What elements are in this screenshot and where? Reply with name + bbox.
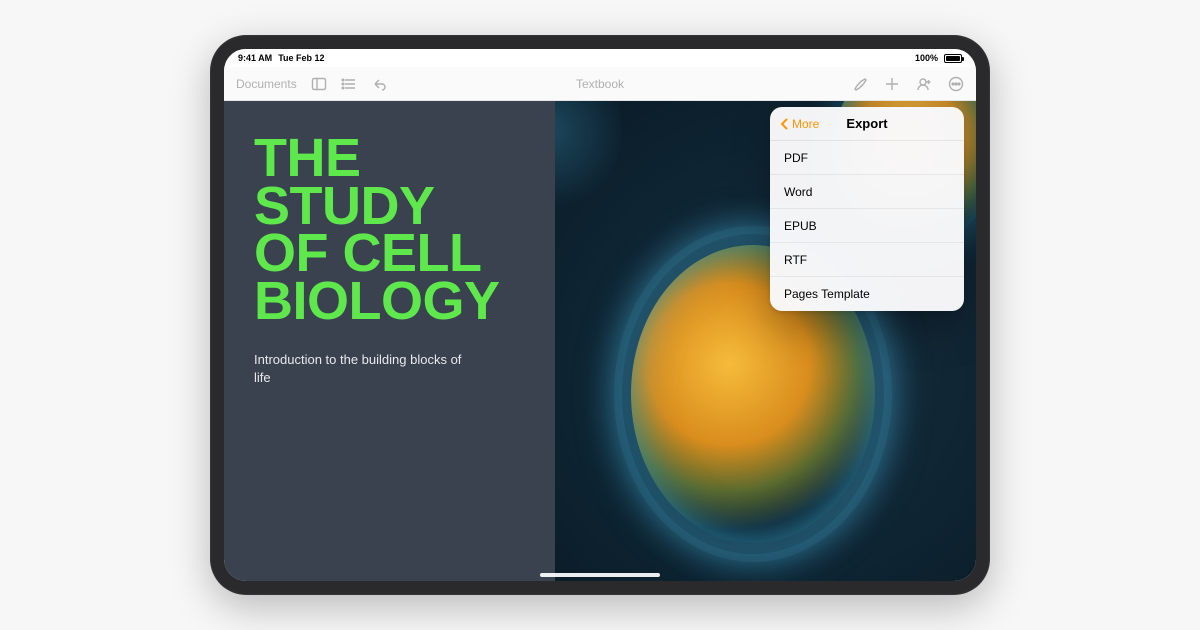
collaborate-icon[interactable] (916, 76, 932, 92)
export-option-pdf[interactable]: PDF (770, 141, 964, 175)
cover-title: THE STUDY OF CELL BIOLOGY (254, 135, 527, 325)
document-title: Textbook (576, 77, 624, 91)
export-popover: More Export PDF Word EPUB RTF Pages Temp… (770, 107, 964, 311)
ipad-device-frame: 9:41 AM Tue Feb 12 100% Documents (210, 35, 990, 595)
cover-title-line: BIOLOGY (254, 278, 527, 326)
insert-plus-icon[interactable] (884, 76, 900, 92)
ipad-screen: 9:41 AM Tue Feb 12 100% Documents (224, 49, 976, 581)
export-option-epub[interactable]: EPUB (770, 209, 964, 243)
documents-back-button[interactable]: Documents (236, 77, 297, 91)
status-bar: 9:41 AM Tue Feb 12 100% (224, 49, 976, 67)
cover-left-panel: THE STUDY OF CELL BIOLOGY Introduction t… (224, 101, 555, 581)
cover-subtitle: Introduction to the building blocks of l… (254, 351, 474, 387)
popover-back-button[interactable]: More (780, 107, 819, 140)
popover-back-label: More (792, 117, 819, 131)
popover-header: More Export (770, 107, 964, 141)
document-canvas: THE STUDY OF CELL BIOLOGY Introduction t… (224, 101, 976, 581)
app-toolbar: Documents Textbook (224, 67, 976, 101)
export-option-pages-template[interactable]: Pages Template (770, 277, 964, 311)
view-options-icon[interactable] (341, 76, 357, 92)
brush-icon[interactable] (852, 76, 868, 92)
status-time: 9:41 AM (238, 53, 272, 63)
export-option-rtf[interactable]: RTF (770, 243, 964, 277)
undo-icon[interactable] (371, 76, 387, 92)
status-battery-pct: 100% (915, 53, 938, 63)
status-date: Tue Feb 12 (278, 53, 324, 63)
cell-graphic (555, 101, 622, 216)
cover-illustration: More Export PDF Word EPUB RTF Pages Temp… (555, 101, 976, 581)
more-ellipsis-icon[interactable] (948, 76, 964, 92)
battery-icon (944, 54, 962, 63)
export-option-word[interactable]: Word (770, 175, 964, 209)
popover-title: Export (846, 116, 887, 131)
sidebar-toggle-icon[interactable] (311, 76, 327, 92)
home-indicator[interactable] (540, 573, 660, 577)
